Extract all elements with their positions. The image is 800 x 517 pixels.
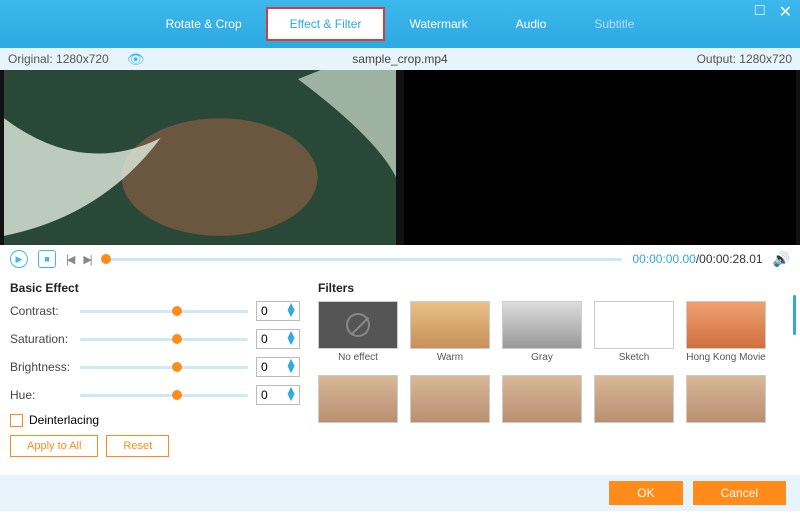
tab-bar: Rotate & Crop Effect & Filter Watermark … xyxy=(142,7,659,41)
maximize-icon[interactable]: □ xyxy=(755,2,765,22)
stop-button[interactable]: ■ xyxy=(38,250,56,268)
brightness-row: Brightness: 0▲▼ xyxy=(10,357,300,377)
filter-hongkong[interactable]: Hong Kong Movie xyxy=(686,301,766,363)
saturation-label: Saturation: xyxy=(10,332,72,346)
hue-value[interactable]: 0▲▼ xyxy=(256,385,300,405)
hue-label: Hue: xyxy=(10,388,72,402)
brightness-slider[interactable] xyxy=(80,366,248,369)
filter-item-8[interactable] xyxy=(502,375,582,426)
apply-all-button[interactable]: Apply to All xyxy=(10,435,98,457)
playback-bar: ▶ ■ |◀ ▶| 00:00:00.00/00:00:28.01 🔊 xyxy=(0,245,800,273)
edit-area: Basic Effect Contrast: 0▲▼ Saturation: 0… xyxy=(0,273,800,457)
tab-subtitle[interactable]: Subtitle xyxy=(570,7,658,41)
contrast-slider[interactable] xyxy=(80,310,248,313)
preview-output xyxy=(404,70,796,245)
ok-button[interactable]: OK xyxy=(609,481,682,505)
contrast-value[interactable]: 0▲▼ xyxy=(256,301,300,321)
play-button[interactable]: ▶ xyxy=(10,250,28,268)
seek-track[interactable] xyxy=(101,258,623,261)
filter-no-effect[interactable]: No effect xyxy=(318,301,398,363)
prev-frame-button[interactable]: |◀ xyxy=(66,253,73,266)
contrast-row: Contrast: 0▲▼ xyxy=(10,301,300,321)
titlebar: Rotate & Crop Effect & Filter Watermark … xyxy=(0,0,800,48)
time-display: 00:00:00.00/00:00:28.01 xyxy=(632,252,762,266)
deinterlacing-label: Deinterlacing xyxy=(29,413,99,427)
brightness-value[interactable]: 0▲▼ xyxy=(256,357,300,377)
hue-slider[interactable] xyxy=(80,394,248,397)
filters-grid: No effect Warm Gray Sketch Hong Kong Mov… xyxy=(318,301,790,426)
tab-rotate-crop[interactable]: Rotate & Crop xyxy=(142,7,266,41)
basic-buttons: Apply to All Reset xyxy=(10,435,300,457)
filter-sketch[interactable]: Sketch xyxy=(594,301,674,363)
close-icon[interactable]: ✕ xyxy=(779,2,792,22)
filter-warm[interactable]: Warm xyxy=(410,301,490,363)
info-bar: Original: 1280x720 👁 sample_crop.mp4 Out… xyxy=(0,48,800,70)
seek-knob[interactable] xyxy=(101,254,111,264)
contrast-label: Contrast: xyxy=(10,304,72,318)
next-frame-button[interactable]: ▶| xyxy=(83,253,90,266)
filename-label: sample_crop.mp4 xyxy=(352,52,447,66)
window-controls: □ ✕ xyxy=(755,2,792,22)
saturation-value[interactable]: 0▲▼ xyxy=(256,329,300,349)
original-resolution: Original: 1280x720 xyxy=(8,52,109,66)
tab-audio[interactable]: Audio xyxy=(492,7,571,41)
filter-gray[interactable]: Gray xyxy=(502,301,582,363)
basic-effect-panel: Basic Effect Contrast: 0▲▼ Saturation: 0… xyxy=(10,281,300,457)
filter-item-9[interactable] xyxy=(594,375,674,426)
saturation-slider[interactable] xyxy=(80,338,248,341)
filters-panel: Filters No effect Warm Gray Sketch Hong … xyxy=(318,281,790,457)
filters-heading: Filters xyxy=(318,281,790,295)
filter-item-7[interactable] xyxy=(410,375,490,426)
deinterlacing-checkbox[interactable] xyxy=(10,414,23,427)
cancel-button[interactable]: Cancel xyxy=(693,481,786,505)
saturation-row: Saturation: 0▲▼ xyxy=(10,329,300,349)
preview-eye-icon[interactable]: 👁 xyxy=(127,51,145,68)
hue-row: Hue: 0▲▼ xyxy=(10,385,300,405)
filters-scrollbar[interactable] xyxy=(793,295,796,335)
output-resolution: Output: 1280x720 xyxy=(697,52,792,66)
brightness-label: Brightness: xyxy=(10,360,72,374)
filter-item-6[interactable] xyxy=(318,375,398,426)
preview-original xyxy=(4,70,396,245)
reset-button[interactable]: Reset xyxy=(106,435,169,457)
filter-item-10[interactable] xyxy=(686,375,766,426)
deinterlacing-row: Deinterlacing xyxy=(10,413,300,427)
volume-icon[interactable]: 🔊 xyxy=(773,251,790,268)
tab-watermark[interactable]: Watermark xyxy=(385,7,491,41)
preview-area xyxy=(0,70,800,245)
footer: OK Cancel xyxy=(0,475,800,511)
basic-heading: Basic Effect xyxy=(10,281,300,295)
tab-effect-filter[interactable]: Effect & Filter xyxy=(266,7,386,41)
